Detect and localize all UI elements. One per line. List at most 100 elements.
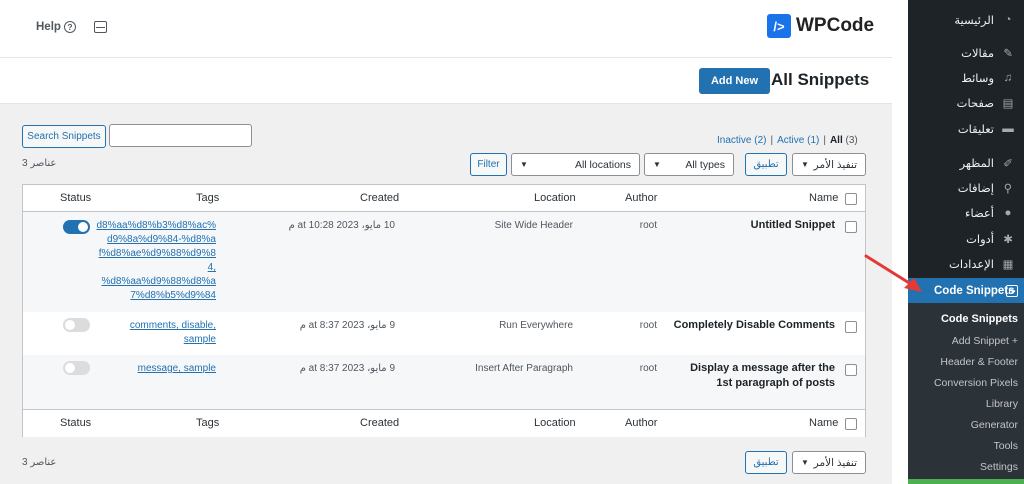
submenu-settings[interactable]: Settings [980, 461, 1018, 473]
submenu-library[interactable]: Library [986, 398, 1018, 410]
page-title: All Snippets [771, 70, 870, 89]
sidebar-item-label: وسائط [961, 73, 994, 85]
sidebar-bottom-accent [908, 479, 1024, 484]
types-dropdown[interactable]: ▼ All types [644, 153, 734, 176]
submenu-tools[interactable]: Tools [993, 440, 1018, 452]
submenu-conversion-pixels[interactable]: Conversion Pixels [934, 377, 1018, 389]
author-cell: root [639, 363, 657, 374]
search-input[interactable] [109, 124, 252, 147]
locations-selected: All locations [574, 158, 631, 171]
snippet-name-line: Untitled Snippet [750, 219, 835, 231]
sidebar-item-label: المظهر [959, 158, 994, 170]
submenu-code-snippets[interactable]: Code Snippets [941, 313, 1018, 325]
annotation-arrow-icon [864, 254, 922, 292]
view-active-link[interactable]: Active (1) [777, 135, 819, 146]
sidebar-item-media[interactable]: ♫ وسائط [908, 66, 1024, 90]
sidebar-item-label: إضافات [957, 183, 994, 195]
notifications-inbox-icon[interactable] [94, 21, 107, 33]
snippet-name-line: 1st paragraph of posts [716, 377, 835, 389]
column-name-header[interactable]: Name [809, 192, 838, 204]
submenu-add-snippet[interactable]: Add Snippet + [952, 335, 1018, 347]
sidebar-item-label: أعضاء [965, 208, 994, 220]
created-cell: 9 مايو، 2023 at 8:37 م [299, 320, 395, 331]
tools-icon: ✱ [1003, 234, 1013, 246]
tag-link[interactable]: d8%aa%d8%b3%d8%ac%d9%8a%d9%84-%d8%af%d8%… [96, 220, 216, 273]
submenu-generator[interactable]: Generator [971, 419, 1018, 431]
top-bar: Help ? /> WPCode [0, 0, 892, 58]
help-button[interactable]: Help ? [36, 21, 76, 33]
bulk-apply-button-top[interactable]: تطبيق [745, 153, 787, 176]
column-name-footer[interactable]: Name [809, 417, 838, 429]
bulk-actions-dropdown-top[interactable]: ▼ تنفيذ الأمر [792, 153, 866, 176]
location-cell: Run Everywhere [499, 320, 573, 331]
tags-cell: d8%aa%d8%b3%d8%ac%d9%8a%d9%84-%d8%af%d8%… [96, 219, 216, 303]
types-selected: All types [685, 158, 725, 171]
tag-link[interactable]: sample [184, 363, 216, 374]
row-checkbox[interactable] [845, 364, 857, 376]
snippet-name-line: Completely Disable Comments [673, 319, 835, 331]
select-all-checkbox[interactable] [845, 418, 857, 430]
code-snippets-submenu: Code Snippets Add Snippet + Header & Foo… [908, 303, 1024, 481]
snippet-name-link[interactable]: Untitled Snippet [595, 218, 835, 233]
created-cell: 9 مايو، 2023 at 8:37 م [299, 363, 395, 374]
snippet-name-link[interactable]: Completely Disable Comments [595, 318, 835, 333]
sidebar-item-appearance[interactable]: ✐ المظهر [908, 151, 1024, 175]
tags-cell: comments, disable, sample [96, 319, 216, 347]
filter-button[interactable]: Filter [470, 153, 507, 176]
column-tags-header: Tags [196, 192, 220, 204]
tag-link[interactable]: comments, [130, 320, 179, 331]
locations-dropdown[interactable]: ▼ All locations [511, 153, 640, 176]
row-checkbox[interactable] [845, 221, 857, 233]
submenu-header-footer[interactable]: Header & Footer [940, 356, 1018, 368]
view-all-count: (3) [845, 135, 858, 146]
status-toggle[interactable] [63, 220, 90, 234]
chevron-down-icon: ▼ [801, 458, 809, 467]
snippet-name-line: Display a message after the [690, 362, 835, 374]
snippets-table: Name Author Location Created Tags Status… [22, 184, 866, 437]
sidebar-item-pages[interactable]: ▤ صفحات [908, 91, 1024, 115]
bulk-actions-selected-bottom: تنفيذ الأمر [813, 456, 857, 469]
tag-link[interactable]: %d8%aa%d9%88%d8%a7%d8%b5%d9%84 [101, 276, 216, 301]
bulk-actions-dropdown-bottom[interactable]: ▼ تنفيذ الأمر [792, 451, 866, 474]
toggle-knob [65, 320, 75, 330]
select-all-checkbox[interactable] [845, 193, 857, 205]
sidebar-item-label: الإعدادات [949, 259, 994, 271]
sidebar-item-posts[interactable]: ✎ مقالات [908, 41, 1024, 65]
users-icon: ● [1004, 207, 1012, 219]
view-active-label: Active [777, 135, 805, 146]
row-checkbox[interactable] [845, 321, 857, 333]
chevron-down-icon: ▼ [520, 160, 528, 169]
column-status-footer: Status [60, 417, 92, 429]
items-count-top: 3 عناصر [22, 158, 57, 169]
code-icon: /> [1006, 285, 1018, 297]
bulk-apply-button-bottom[interactable]: تطبيق [745, 451, 787, 474]
sidebar-item-dashboard[interactable]: ◔ الرئيسية [908, 8, 1024, 32]
comments-icon: ▬ [1002, 123, 1014, 135]
sidebar-item-label: مقالات [961, 48, 994, 60]
sidebar-item-tools[interactable]: ✱ أدوات [908, 227, 1024, 251]
tag-link[interactable]: disable, [182, 320, 216, 331]
column-created-header[interactable]: Created [360, 192, 399, 204]
view-all-label: All [829, 135, 843, 146]
column-location-header: Location [534, 192, 576, 204]
snippet-name-link[interactable]: Display a message after the 1st paragrap… [595, 361, 835, 391]
sidebar-item-users[interactable]: ● أعضاء [908, 201, 1024, 225]
add-new-button[interactable]: Add New [699, 68, 770, 94]
table-footer-row: Name Author Location Created Tags Status [23, 409, 865, 437]
view-inactive-link[interactable]: Inactive (2) [717, 135, 766, 146]
table-row: Display a message after the 1st paragrap… [23, 355, 865, 409]
sidebar-item-plugins[interactable]: ⚲ إضافات [908, 176, 1024, 200]
author-cell: root [639, 220, 657, 231]
column-status-header: Status [60, 192, 92, 204]
table-row: Untitled Snippet root Site Wide Header 1… [23, 212, 865, 312]
pin-icon: ✎ [1003, 48, 1013, 60]
pages-icon: ▤ [1002, 98, 1014, 110]
tag-link[interactable]: sample [184, 334, 216, 345]
column-created-footer[interactable]: Created [360, 417, 399, 429]
status-toggle[interactable] [63, 318, 90, 332]
search-snippets-button[interactable]: Search Snippets [22, 125, 106, 148]
view-all-current[interactable]: All (3) [830, 135, 858, 146]
status-toggle[interactable] [63, 361, 90, 375]
tag-link[interactable]: message, [138, 363, 181, 374]
sidebar-item-comments[interactable]: ▬ تعليقات [908, 117, 1024, 141]
